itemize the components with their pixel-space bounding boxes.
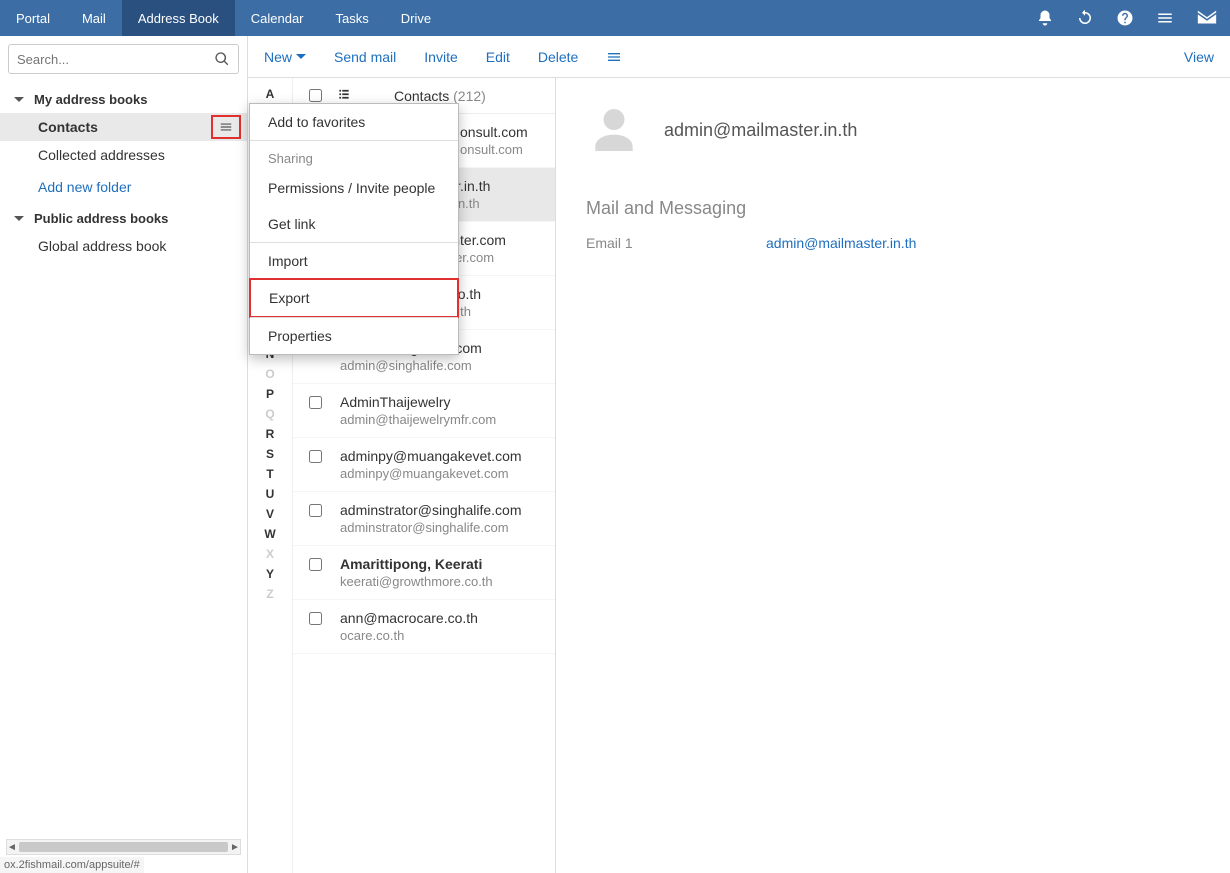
contact-line1: Amarittipong, Keerati	[340, 556, 493, 572]
contact-line1: AdminThaijewelry	[340, 394, 496, 410]
contact-line2: admin@singhalife.com	[340, 358, 482, 373]
nav-tab-calendar[interactable]: Calendar	[235, 0, 320, 36]
edit-button[interactable]: Edit	[486, 49, 510, 65]
folder-item-global-address-book[interactable]: Global address book	[0, 232, 247, 260]
menu-get-link[interactable]: Get link	[250, 206, 458, 242]
send-mail-button[interactable]: Send mail	[334, 49, 396, 65]
section-title: Mail and Messaging	[586, 198, 1200, 219]
menu-sharing-label: Sharing	[250, 141, 458, 170]
contact-checkbox[interactable]	[309, 612, 322, 625]
menu-properties[interactable]: Properties	[250, 318, 458, 354]
alpha-a[interactable]: A	[266, 84, 275, 104]
contact-line2: keerati@growthmore.co.th	[340, 574, 493, 589]
hamburger-icon	[219, 120, 233, 134]
more-actions-button[interactable]	[606, 49, 622, 65]
sidebar-scrollbar[interactable]: ◄►	[6, 839, 241, 855]
nav-tabs: PortalMailAddress BookCalendarTasksDrive	[0, 0, 447, 36]
list-view-icon[interactable]	[336, 87, 352, 104]
contact-detail-panel: admin@mailmaster.in.th Mail and Messagin…	[556, 78, 1230, 873]
alpha-p[interactable]: P	[266, 384, 274, 404]
contact-name: admin@mailmaster.in.th	[664, 120, 857, 141]
alpha-x[interactable]: X	[266, 544, 274, 564]
contact-row[interactable]: ann@macrocare.co.th ocare.co.th	[293, 600, 555, 654]
top-navigation: PortalMailAddress BookCalendarTasksDrive	[0, 0, 1230, 36]
invite-button[interactable]: Invite	[424, 49, 457, 65]
app-logo-icon[interactable]	[1196, 7, 1218, 29]
menu-permissions[interactable]: Permissions / Invite people	[250, 170, 458, 206]
email-link[interactable]: admin@mailmaster.in.th	[766, 235, 916, 251]
contact-line1: onsult.com	[460, 124, 528, 140]
alpha-q[interactable]: Q	[265, 404, 274, 424]
avatar	[586, 102, 642, 158]
search-input-wrap[interactable]	[8, 44, 239, 74]
email-label: Email 1	[586, 235, 646, 251]
contact-line1: ann@macrocare.co.th	[340, 610, 478, 626]
contact-line2: ocare.co.th	[340, 628, 478, 643]
nav-tab-drive[interactable]: Drive	[385, 0, 447, 36]
caret-down-icon	[14, 214, 24, 224]
nav-tab-portal[interactable]: Portal	[0, 0, 66, 36]
select-all-checkbox[interactable]	[309, 89, 322, 102]
search-icon[interactable]	[214, 51, 230, 67]
left-sidebar: My address booksContactsCollected addres…	[0, 36, 248, 873]
search-input[interactable]	[17, 52, 214, 67]
nav-tab-address-book[interactable]: Address Book	[122, 0, 235, 36]
contact-checkbox[interactable]	[309, 396, 322, 409]
contact-line2: adminpy@muangakevet.com	[340, 466, 522, 481]
contact-row[interactable]: adminpy@muangakevet.com adminpy@muangakev…	[293, 438, 555, 492]
alpha-y[interactable]: Y	[266, 564, 274, 584]
contact-line1: adminpy@muangakevet.com	[340, 448, 522, 464]
refresh-icon[interactable]	[1076, 9, 1094, 27]
status-url: ox.2fishmail.com/appsuite/#	[0, 857, 144, 873]
folder-item-contacts[interactable]: Contacts	[0, 113, 247, 141]
alpha-u[interactable]: U	[266, 484, 275, 504]
nav-tab-tasks[interactable]: Tasks	[320, 0, 385, 36]
folder-section-head[interactable]: My address books	[0, 86, 247, 113]
folder-context-menu: Add to favorites Sharing Permissions / I…	[249, 103, 459, 355]
alpha-w[interactable]: W	[264, 524, 275, 544]
contact-row[interactable]: adminstrator@singhalife.com adminstrator@…	[293, 492, 555, 546]
nav-tab-mail[interactable]: Mail	[66, 0, 122, 36]
contact-line2: onsult.com	[460, 142, 528, 157]
action-toolbar: New Send mail Invite Edit Delete View	[248, 36, 1230, 78]
hamburger-icon	[606, 49, 622, 65]
contact-checkbox[interactable]	[309, 558, 322, 571]
bell-icon[interactable]	[1036, 9, 1054, 27]
alpha-v[interactable]: V	[266, 504, 274, 524]
menu-add-favorites[interactable]: Add to favorites	[250, 104, 458, 140]
contact-line2: adminstrator@singhalife.com	[340, 520, 522, 535]
alpha-t[interactable]: T	[266, 464, 273, 484]
new-button[interactable]: New	[264, 49, 306, 65]
contact-checkbox[interactable]	[309, 450, 322, 463]
hamburger-icon[interactable]	[1156, 9, 1174, 27]
folder-section-head[interactable]: Public address books	[0, 205, 247, 232]
help-icon[interactable]	[1116, 9, 1134, 27]
alpha-s[interactable]: S	[266, 444, 274, 464]
contact-line1: adminstrator@singhalife.com	[340, 502, 522, 518]
chevron-down-icon	[296, 52, 306, 62]
contact-row[interactable]: AdminThaijewelry admin@thaijewelrymfr.com	[293, 384, 555, 438]
add-new-folder-link[interactable]: Add new folder	[0, 169, 247, 205]
contact-checkbox[interactable]	[309, 504, 322, 517]
menu-export[interactable]: Export	[249, 278, 459, 318]
alpha-o[interactable]: O	[265, 364, 274, 384]
alpha-r[interactable]: R	[266, 424, 275, 444]
contacts-count-label: Contacts (212)	[394, 88, 486, 104]
caret-down-icon	[14, 95, 24, 105]
folder-tree: My address booksContactsCollected addres…	[0, 82, 247, 264]
alpha-z[interactable]: Z	[266, 584, 273, 604]
topbar-icons	[1036, 0, 1230, 36]
contact-line2: admin@thaijewelrymfr.com	[340, 412, 496, 427]
delete-button[interactable]: Delete	[538, 49, 578, 65]
contact-row[interactable]: Amarittipong, Keerati keerati@growthmore.…	[293, 546, 555, 600]
folder-item-collected-addresses[interactable]: Collected addresses	[0, 141, 247, 169]
menu-import[interactable]: Import	[250, 243, 458, 279]
folder-menu-button[interactable]	[211, 115, 241, 139]
view-button[interactable]: View	[1184, 49, 1214, 65]
